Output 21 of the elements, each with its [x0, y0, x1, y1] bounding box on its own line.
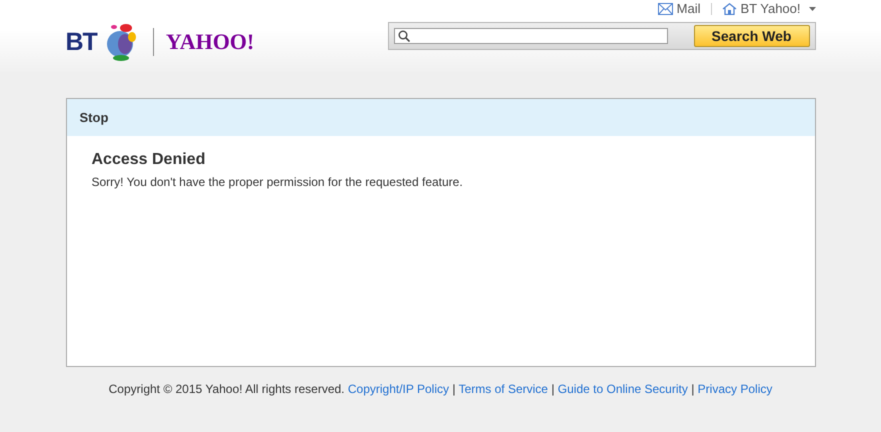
- header-link[interactable]: Mail: [658, 2, 700, 16]
- link-separator: |: [452, 382, 456, 396]
- copyright-text: Copyright © 2015 Yahoo! All rights reserved.: [108, 382, 345, 396]
- footer-link[interactable]: Terms of Service: [458, 382, 548, 396]
- link-separator: |: [691, 382, 694, 396]
- footer-link[interactable]: Copyright/IP Policy: [348, 382, 450, 396]
- panel-header: Stop: [66, 99, 814, 136]
- error-message: Sorry! You don't have the proper permission for the requested feature.: [92, 175, 464, 189]
- header-link[interactable]: BT Yahoo!: [722, 2, 816, 16]
- error-title: Access Denied: [92, 151, 206, 169]
- envelope-icon: [658, 3, 673, 15]
- footer-link[interactable]: Privacy Policy: [698, 382, 772, 396]
- yahoo-logo-text: YAHOO!: [166, 29, 254, 55]
- caret-icon: [808, 7, 816, 11]
- search-button[interactable]: Search Web: [694, 25, 810, 47]
- link-separator: |: [551, 382, 554, 396]
- bt-logo-text: BT: [66, 28, 97, 56]
- home-icon: [722, 3, 736, 15]
- search-icon: [398, 30, 410, 42]
- footer-link[interactable]: Guide to Online Security: [558, 382, 688, 396]
- search-field[interactable]: [394, 28, 668, 44]
